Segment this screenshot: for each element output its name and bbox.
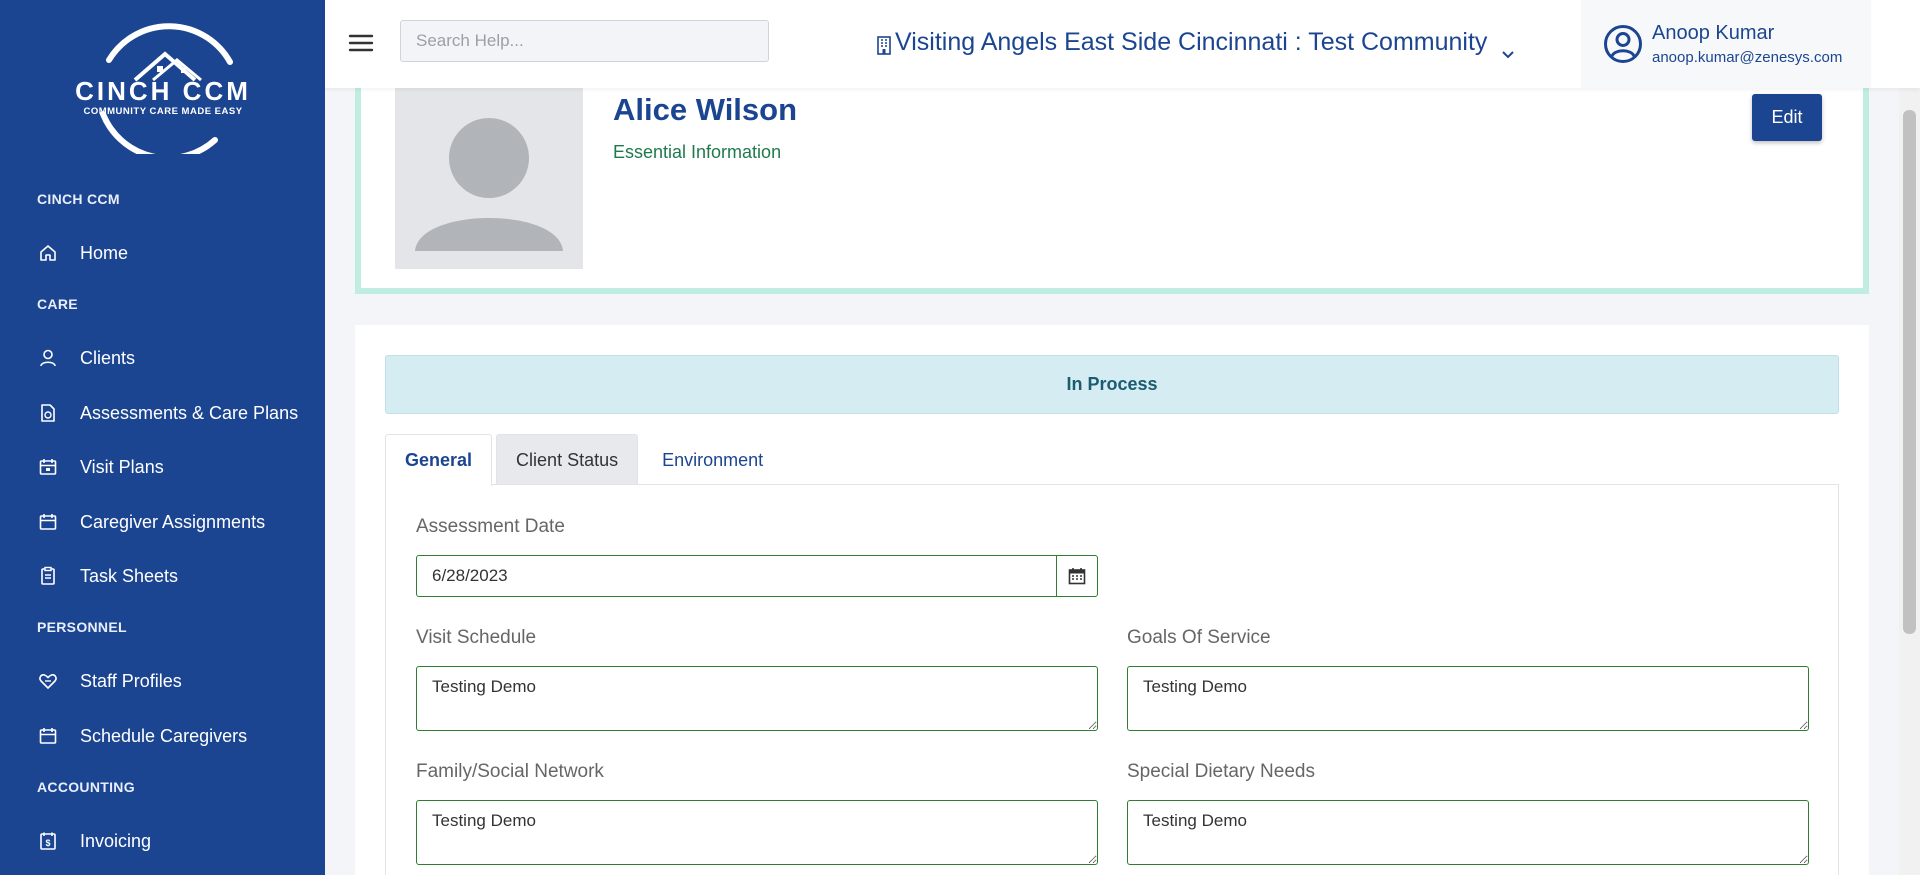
calendar-picker-icon[interactable] [1056,556,1097,596]
cinch-ccm-logo[interactable]: CINCH CCM COMMUNITY CARE MADE EASY [65,22,261,162]
sidebar-item-clients[interactable]: Clients [0,336,325,380]
svg-text:$: $ [45,838,50,848]
sidebar-item-label: Clients [80,347,136,368]
sidebar-item-label: Staff Profiles [80,670,182,691]
goals-of-service-label: Goals Of Service [1127,627,1271,648]
special-dietary-needs-label: Special Dietary Needs [1127,761,1315,782]
user-name: Anoop Kumar [1652,22,1775,44]
edit-button[interactable]: Edit [1752,94,1822,141]
calendar-icon [37,725,59,747]
assessment-date-input[interactable] [417,556,1056,596]
nav-section-personnel: PERSONNEL [37,619,127,635]
special-dietary-needs-textarea[interactable]: Testing Demo [1127,800,1809,865]
clipboard-icon [37,565,59,587]
assessment-date-field [416,555,1098,597]
chevron-down-icon [1501,38,1515,58]
sidebar-item-staff-profiles[interactable]: Staff Profiles [0,659,325,703]
community-selector[interactable]: Visiting Angels East Side Cincinnati : T… [875,28,1515,58]
visit-schedule-textarea[interactable]: Testing Demo [416,666,1098,731]
sidebar-item-label: Visit Plans [80,456,164,477]
sidebar-item-home[interactable]: Home [0,231,325,275]
client-avatar [395,87,583,269]
page-scrollbar[interactable] [1899,0,1920,875]
sidebar-item-label: Task Sheets [80,565,179,586]
goals-of-service-textarea[interactable]: Testing Demo [1127,666,1809,731]
sidebar-item-visit-plans[interactable]: Visit Plans [0,445,325,489]
invoice-icon: $ [37,830,59,852]
assessment-card: In Process General Client Status Environ… [355,325,1869,875]
user-email: anoop.kumar@zenesys.com [1652,49,1843,66]
client-profile-card: Alice Wilson Essential Information Edit [355,60,1869,294]
logo-text: CINCH CCM [75,76,251,106]
status-banner: In Process [385,355,1839,414]
heart-hand-icon [37,670,59,692]
community-name: Visiting Angels East Side Cincinnati : T… [895,28,1488,56]
document-chart-icon [37,402,59,424]
family-social-network-textarea[interactable]: Testing Demo [416,800,1098,865]
sidebar-item-label: Home [80,242,129,263]
nav-section-accounting: ACCOUNTING [37,779,135,795]
search-input[interactable] [400,20,769,62]
calendar-plan-icon [37,456,59,478]
sidebar-item-task-sheets[interactable]: Task Sheets [0,554,325,598]
sidebar-item-label: Caregiver Assignments [80,511,266,532]
logo-tagline: COMMUNITY CARE MADE EASY [83,106,242,117]
user-avatar-icon [1603,24,1643,64]
nav-section-cinch-ccm: CINCH CCM [37,191,120,207]
sidebar-item-label: Schedule Caregivers [80,725,248,746]
hamburger-menu-icon[interactable] [348,32,374,54]
sidebar-item-caregiver-assignments[interactable]: Caregiver Assignments [0,500,325,544]
calendar-icon [37,511,59,533]
family-social-network-label: Family/Social Network [416,761,604,782]
sidebar-item-label: Assessments & Care Plans [80,402,299,423]
tab-general[interactable]: General [385,434,493,486]
sidebar: CINCH CCM COMMUNITY CARE MADE EASY CINCH… [0,0,325,875]
essential-information-label: Essential Information [613,142,782,162]
tab-panel-general: Assessment Date Visit Schedule Testing D… [385,484,1839,875]
sidebar-item-schedule-caregivers[interactable]: Schedule Caregivers [0,714,325,758]
tab-client-status[interactable]: Client Status [496,434,639,485]
tab-bar: General Client Status Environment [385,434,787,486]
sidebar-item-label: Invoicing [80,830,152,851]
sidebar-item-assessments[interactable]: Assessments & Care Plans [0,391,325,435]
visit-schedule-label: Visit Schedule [416,627,537,648]
status-text: In Process [1066,374,1158,394]
tab-environment[interactable]: Environment [642,434,783,485]
assessment-date-label: Assessment Date [416,516,565,537]
client-name: Alice Wilson [613,92,798,127]
nav-section-care: CARE [37,296,78,312]
building-icon [875,33,893,55]
user-menu[interactable]: Anoop Kumar anoop.kumar@zenesys.com [1581,0,1871,88]
home-icon [37,242,59,264]
scrollbar-thumb[interactable] [1903,110,1916,634]
sidebar-item-invoicing[interactable]: $ Invoicing [0,819,325,863]
top-bar: Visiting Angels East Side Cincinnati : T… [325,0,1920,88]
user-icon [37,347,59,369]
